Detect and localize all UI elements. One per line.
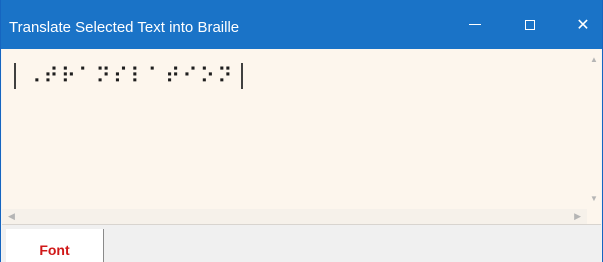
maximize-icon [525,19,535,30]
minimize-button[interactable] [452,0,498,49]
maximize-button[interactable] [507,0,553,49]
scroll-up-icon[interactable]: ▲ [590,55,598,64]
braille-text-area[interactable]: ⠠⠞⠗⠁⠝⠎⠇⠁⠞⠊⠕⠝ ▲ ▼ ◀ ▶ [2,49,601,225]
text-cursor-right [240,63,243,89]
horizontal-scrollbar[interactable]: ◀ ▶ [2,209,587,224]
braille-text: ⠠⠞⠗⠁⠝⠎⠇⠁⠞⠊⠕⠝ [26,64,235,88]
window-title: Translate Selected Text into Braille [9,19,240,36]
minimize-icon [469,24,481,25]
tab-font-label: Font [39,241,70,258]
title-bar[interactable]: Translate Selected Text into Braille ✕ [1,0,602,49]
tab-font[interactable]: Font [6,229,104,262]
close-icon: ✕ [576,16,590,34]
vertical-scrollbar[interactable]: ▲ ▼ [587,49,601,209]
close-button[interactable]: ✕ [560,0,603,49]
scroll-down-icon[interactable]: ▼ [590,194,598,203]
scroll-left-icon[interactable]: ◀ [8,211,15,222]
braille-line: ⠠⠞⠗⠁⠝⠎⠇⠁⠞⠊⠕⠝ [14,61,243,91]
text-cursor-left [14,63,16,89]
scroll-right-icon[interactable]: ▶ [574,211,581,222]
tab-bar: Font [2,225,601,262]
braille-window: Translate Selected Text into Braille ✕ ⠠… [0,0,603,262]
